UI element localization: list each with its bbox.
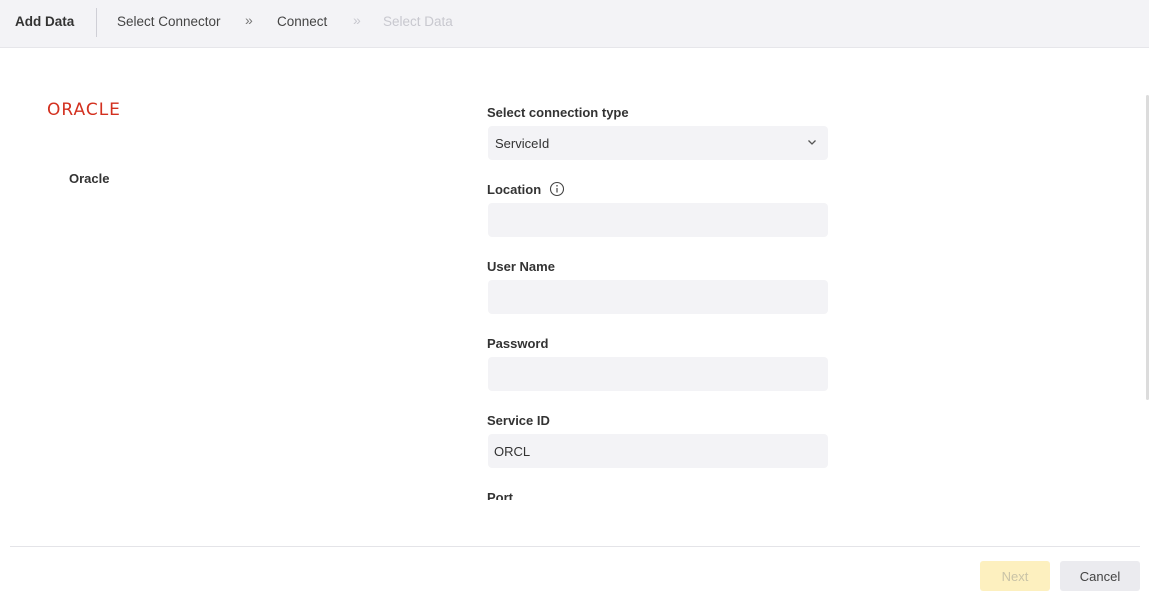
chevron-right-icon: » bbox=[245, 12, 253, 28]
service-id-label: Service ID bbox=[487, 413, 550, 428]
footer-divider bbox=[10, 546, 1140, 547]
user-name-label: User Name bbox=[487, 259, 555, 274]
oracle-logo: ORACLE bbox=[47, 100, 121, 120]
password-label: Password bbox=[487, 336, 549, 351]
info-icon[interactable] bbox=[549, 181, 565, 197]
connection-type-label: Select connection type bbox=[487, 105, 629, 120]
chevron-right-icon: » bbox=[353, 12, 361, 28]
service-id-input[interactable] bbox=[488, 434, 828, 468]
connection-form: Select connection type ServiceId Locatio… bbox=[487, 0, 828, 500]
step-select-connector[interactable]: Select Connector bbox=[117, 14, 221, 29]
location-label: Location bbox=[487, 182, 542, 197]
step-connect[interactable]: Connect bbox=[277, 14, 327, 29]
header-divider bbox=[96, 8, 97, 37]
connection-type-value: ServiceId bbox=[495, 136, 550, 151]
cancel-button[interactable]: Cancel bbox=[1060, 561, 1140, 591]
location-input[interactable] bbox=[488, 203, 828, 237]
connection-type-select[interactable]: ServiceId bbox=[488, 126, 828, 160]
page-title: Add Data bbox=[15, 14, 75, 29]
chevron-down-icon bbox=[808, 140, 816, 145]
step-select-data: Select Data bbox=[383, 14, 453, 29]
user-name-input[interactable] bbox=[488, 280, 828, 314]
password-input[interactable] bbox=[488, 357, 828, 391]
port-label: Port bbox=[487, 490, 513, 500]
connector-name: Oracle bbox=[69, 171, 110, 186]
next-button[interactable]: Next bbox=[980, 561, 1050, 591]
